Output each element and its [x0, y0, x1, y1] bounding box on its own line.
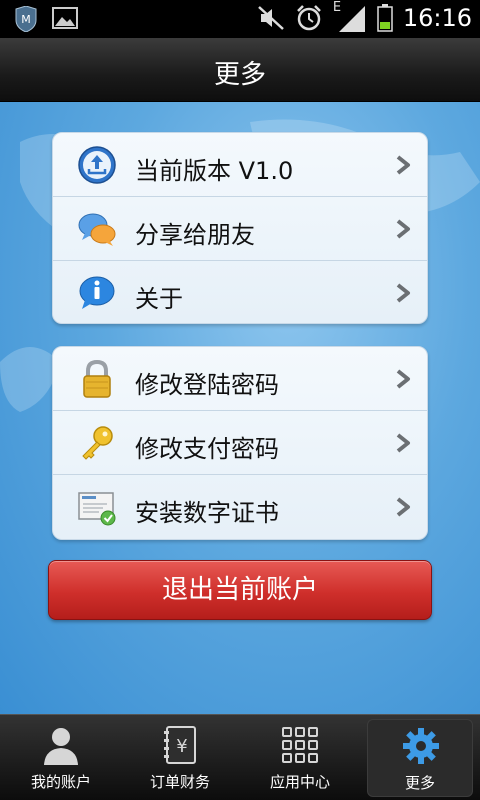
- settings-group-app: 当前版本 V1.0 分享给朋友 关于: [52, 132, 428, 324]
- person-icon: [44, 728, 78, 765]
- info-icon: [79, 276, 115, 309]
- install-certificate-label: 安装数字证书: [135, 499, 279, 527]
- certificate-icon: [78, 492, 116, 526]
- chevron-right-icon: [396, 219, 410, 239]
- list-item-change-payment-password[interactable]: 修改支付密码: [53, 411, 427, 475]
- alarm-icon: [296, 5, 321, 31]
- tab-my-account[interactable]: 我的账户: [8, 719, 114, 797]
- list-item-about[interactable]: 关于: [53, 261, 427, 323]
- status-bar: M E 16:16: [0, 0, 480, 38]
- title-bar: 更多: [0, 38, 480, 102]
- content-area: 当前版本 V1.0 分享给朋友 关于 修改登陆密码 修改支付密码 安装数字证书 …: [0, 102, 480, 714]
- chevron-right-icon: [396, 497, 410, 517]
- key-icon: [82, 426, 113, 460]
- share-label: 分享给朋友: [135, 221, 255, 249]
- page-title: 更多: [213, 60, 266, 90]
- chevron-right-icon: [396, 155, 410, 175]
- svg-text:¥: ¥: [176, 736, 187, 757]
- gear-icon: [403, 728, 439, 764]
- signal-icon: [338, 6, 365, 32]
- settings-group-security: 修改登陆密码 修改支付密码 安装数字证书: [52, 346, 428, 540]
- list-item-install-certificate[interactable]: 安装数字证书: [53, 475, 427, 539]
- yen-book-icon: ¥: [164, 726, 196, 764]
- list-item-change-login-password[interactable]: 修改登陆密码: [53, 347, 427, 411]
- tab-label: 我的账户: [30, 773, 91, 791]
- chevron-right-icon: [396, 433, 410, 453]
- bottom-tab-bar: 我的账户 ¥ 订单财务 应用中心 更多: [0, 714, 480, 800]
- list-item-share[interactable]: 分享给朋友: [53, 197, 427, 261]
- upload-icon: [78, 146, 116, 184]
- change-payment-password-label: 修改支付密码: [135, 435, 279, 463]
- chevron-right-icon: [396, 283, 410, 303]
- change-login-password-label: 修改登陆密码: [135, 371, 279, 399]
- about-label: 关于: [135, 285, 183, 313]
- version-label: 当前版本 V1.0: [135, 157, 294, 185]
- tab-more[interactable]: 更多: [367, 719, 473, 797]
- lock-icon: [83, 359, 111, 398]
- tab-orders-finance[interactable]: ¥ 订单财务: [127, 719, 233, 797]
- tab-label: 订单财务: [149, 773, 210, 791]
- tab-label: 应用中心: [269, 773, 330, 791]
- image-notification-icon: [52, 7, 78, 29]
- svg-text:M: M: [21, 13, 31, 26]
- logout-button[interactable]: 退出当前账户: [48, 560, 432, 620]
- grid-icon: [282, 727, 318, 763]
- app-notification-icon: M: [15, 6, 37, 32]
- clock: 16:16: [402, 4, 472, 32]
- chat-bubbles-icon: [78, 213, 116, 246]
- tab-label: 更多: [404, 774, 435, 792]
- tab-app-center[interactable]: 应用中心: [247, 719, 353, 797]
- chevron-right-icon: [396, 369, 410, 389]
- mute-icon: [257, 6, 284, 30]
- list-item-version[interactable]: 当前版本 V1.0: [53, 133, 427, 197]
- battery-icon: [377, 4, 393, 32]
